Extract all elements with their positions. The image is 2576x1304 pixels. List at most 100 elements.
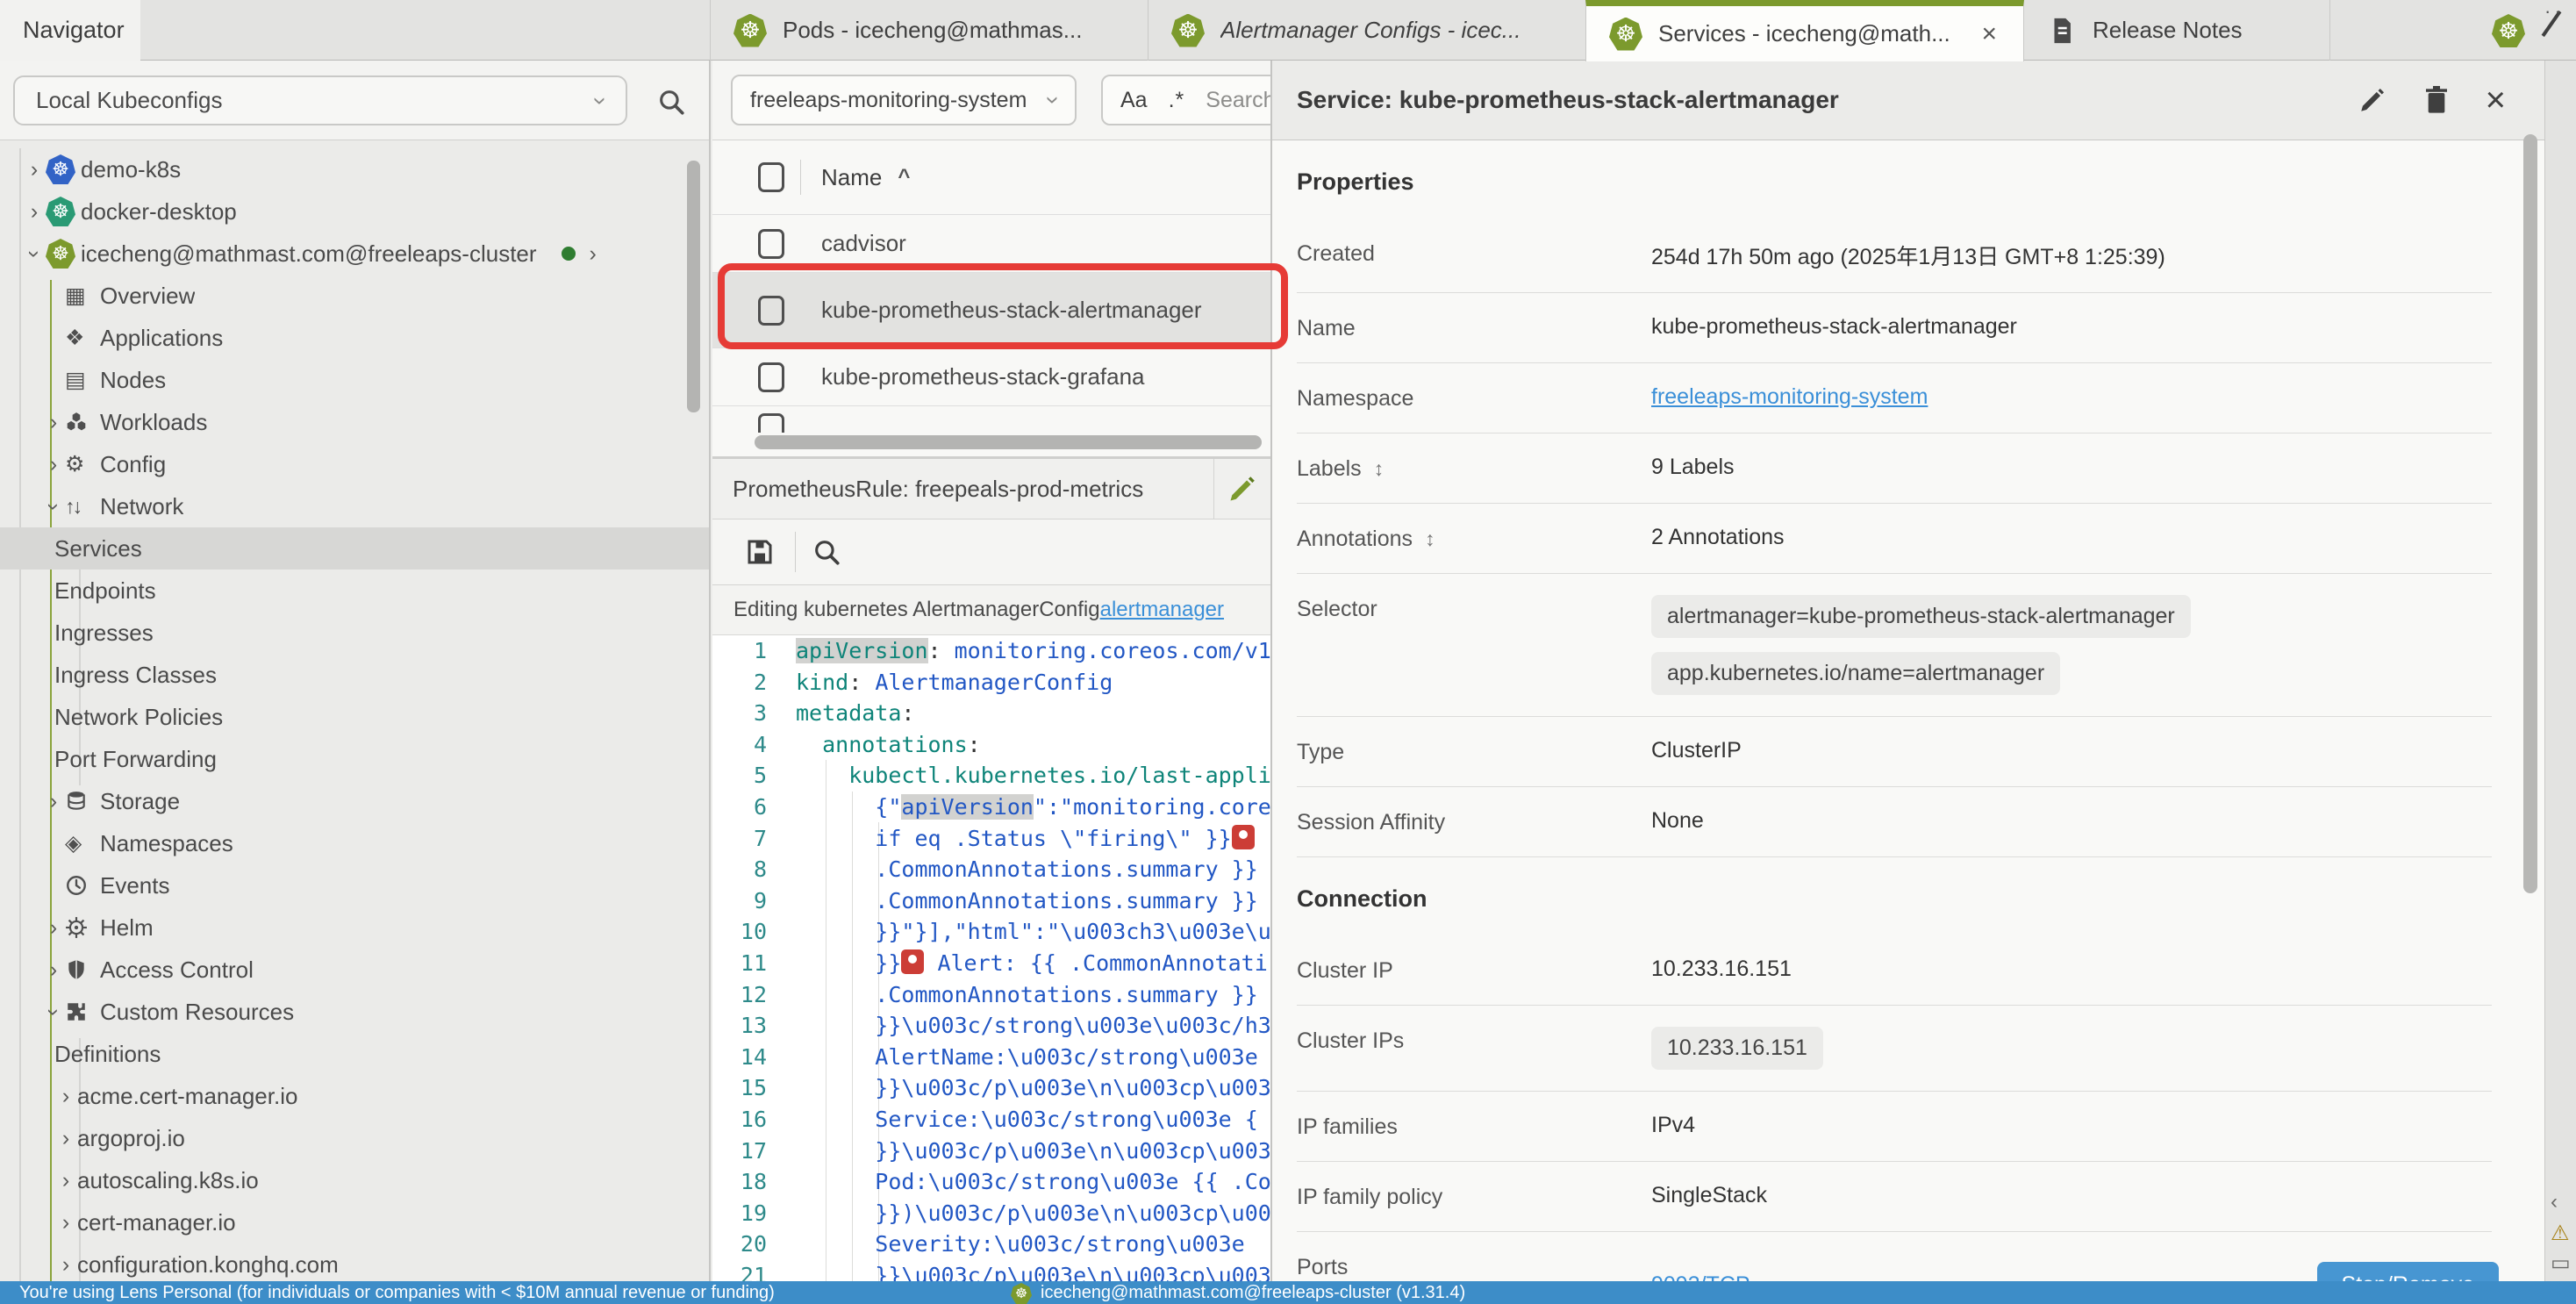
sidebar-item-definitions[interactable]: Definitions — [0, 1033, 709, 1075]
row-checkbox[interactable] — [758, 229, 784, 259]
sidebar-item-endpoints[interactable]: Endpoints — [0, 570, 709, 612]
namespace-selector[interactable]: freeleaps-monitoring-system › — [731, 75, 1077, 125]
sidebar-item-label: Ingress Classes — [54, 662, 217, 689]
property-value: kube-prometheus-stack-alertmanager — [1651, 314, 2492, 340]
table-row-kube-prometheus-stack-grafana[interactable]: kube-prometheus-stack-grafana — [712, 348, 1270, 406]
alarm-emoji — [1232, 825, 1255, 849]
chevron-right-icon[interactable]: › — [42, 452, 65, 477]
chevron-down-icon[interactable]: › — [41, 1000, 67, 1023]
tab-services-icecheng-math[interactable]: ☸Services - icecheng@math...× — [1585, 0, 2024, 61]
property-link[interactable]: freeleaps-monitoring-system — [1651, 384, 1928, 409]
property-label: IP families — [1297, 1113, 1651, 1140]
yaml-editor[interactable]: 1apiVersion: monitoring.coreos.com/v12ki… — [712, 635, 1270, 1281]
chevron-right-icon[interactable]: › — [42, 915, 65, 941]
sidebar-item-argoproj-io[interactable]: ›argoproj.io — [0, 1117, 709, 1159]
sidebar-item-docker-desktop[interactable]: ›☸docker-desktop — [0, 190, 709, 233]
editor-context-link[interactable]: alertmanager — [1100, 598, 1224, 622]
sidebar-item-storage[interactable]: ›Storage — [0, 780, 709, 822]
table-row-kube-prometheus-stack-alertmanager[interactable]: kube-prometheus-stack-alertmanager — [712, 273, 1270, 348]
sidebar-item-namespaces[interactable]: ◈Namespaces — [0, 822, 709, 864]
match-case-icon[interactable]: Aa — [1120, 88, 1148, 113]
cluster-status-text[interactable]: icecheng@mathmast.com@freeleaps-cluster … — [1041, 1283, 1465, 1303]
tab-pods-icecheng-mathmas[interactable]: ☸Pods - icecheng@mathmas... — [710, 0, 1148, 61]
property-row-cluster-ips: Cluster IPs10.233.16.151 — [1297, 1006, 2492, 1092]
editor-search-icon[interactable] — [812, 537, 841, 567]
sidebar-item-network[interactable]: ›↑↓Network — [0, 485, 709, 527]
sidebar-item-configuration-konghq-com[interactable]: ›configuration.konghq.com — [0, 1243, 709, 1281]
table-row-cadvisor[interactable]: cadvisor — [712, 215, 1270, 273]
panel-icon[interactable]: ▭ — [2551, 1250, 2571, 1276]
search-input[interactable]: Aa .* Search — [1101, 75, 1270, 125]
sidebar-item-icecheng-mathmast-com-freeleaps-cluster[interactable]: ›☸icecheng@mathmast.com@freeleaps-cluste… — [0, 233, 709, 275]
sidebar-item-ingress-classes[interactable]: Ingress Classes — [0, 654, 709, 696]
line-number: 10 — [712, 916, 796, 948]
close-icon[interactable]: × — [2486, 82, 2506, 118]
sidebar-item-applications[interactable]: ❖Applications — [0, 317, 709, 359]
sidebar-item-events[interactable]: Events — [0, 864, 709, 906]
edit-rule-icon[interactable] — [1214, 473, 1270, 505]
kubeconfig-selector[interactable]: Local Kubeconfigs › — [13, 75, 627, 125]
sidebar-item-network-policies[interactable]: Network Policies — [0, 696, 709, 738]
column-header-name[interactable]: Name — [821, 164, 882, 191]
chevron-down-icon[interactable]: › — [41, 495, 67, 518]
line-number: 7 — [712, 823, 796, 855]
chevron-right-icon[interactable]: › — [23, 199, 46, 225]
sidebar-scrollbar[interactable] — [687, 161, 700, 412]
navigator-tab[interactable]: Navigator — [0, 0, 140, 61]
sidebar-item-overview[interactable]: ▦Overview — [0, 275, 709, 317]
chevron-right-icon[interactable]: › — [54, 1126, 77, 1151]
chevron-right-icon[interactable]: › — [54, 1168, 77, 1193]
sort-toggle-icon[interactable]: ↕ — [1374, 457, 1385, 481]
regex-icon[interactable]: .* — [1169, 88, 1185, 113]
sidebar-item-demo-k8s[interactable]: ›☸demo-k8s — [0, 148, 709, 190]
document-icon — [2047, 16, 2077, 46]
edit-icon[interactable] — [2358, 85, 2387, 115]
chevron-right-icon[interactable]: › — [23, 157, 46, 183]
horizontal-scrollbar[interactable] — [755, 435, 1262, 449]
prometheus-rule-bar[interactable]: PrometheusRule: freepeals-prod-metrics — [712, 456, 1270, 519]
chevron-right-icon[interactable]: › — [42, 957, 65, 983]
details-scrollbar[interactable] — [2523, 134, 2537, 893]
collapse-icon[interactable]: ‹ — [2551, 1190, 2558, 1214]
editor-context-text: Editing kubernetes AlertmanagerConfig — [733, 598, 1100, 622]
row-checkbox[interactable] — [758, 413, 784, 433]
chevron-right-icon[interactable]: › — [42, 410, 65, 435]
port-stop-remove-button[interactable]: Stop/Remove — [2317, 1262, 2499, 1281]
property-label: Session Affinity — [1297, 808, 1651, 835]
select-all-checkbox[interactable] — [758, 162, 784, 192]
sort-toggle-icon[interactable]: ↕ — [1425, 527, 1435, 551]
chevron-right-icon[interactable]: › — [54, 1084, 77, 1109]
delete-icon[interactable] — [2422, 84, 2451, 116]
sidebar-item-ingresses[interactable]: Ingresses — [0, 612, 709, 654]
sidebar-item-services[interactable]: Services — [0, 527, 709, 570]
chevron-right-icon[interactable]: › — [590, 241, 597, 267]
kubernetes-tab-icon[interactable]: ☸ — [2492, 14, 2525, 47]
row-checkbox[interactable] — [758, 296, 784, 326]
row-checkbox[interactable] — [758, 362, 784, 392]
chevron-right-icon[interactable]: › — [54, 1252, 77, 1278]
port-link[interactable]: 9093/TCP — [1651, 1272, 1750, 1282]
chevron-right-icon[interactable]: › — [54, 1210, 77, 1236]
warning-icon[interactable]: ⚠ — [2551, 1221, 2570, 1246]
sidebar-item-config[interactable]: ›⚙Config — [0, 443, 709, 485]
sidebar-item-nodes[interactable]: ▤Nodes — [0, 359, 709, 401]
sidebar-item-port-forwarding[interactable]: Port Forwarding — [0, 738, 709, 780]
search-icon[interactable] — [656, 87, 686, 117]
sidebar-item-custom-resources[interactable]: ›Custom Resources — [0, 991, 709, 1033]
chevron-right-icon[interactable]: › — [42, 789, 65, 814]
save-icon[interactable] — [744, 536, 776, 568]
line-number: 9 — [712, 885, 796, 917]
tab-alertmanager-configs-icec[interactable]: ☸Alertmanager Configs - icec... — [1148, 0, 1586, 61]
access-shield-icon — [65, 958, 100, 981]
sidebar-item-helm[interactable]: ›Helm — [0, 906, 709, 949]
table-row-partial[interactable] — [712, 406, 1270, 433]
sidebar-item-acme-cert-manager-io[interactable]: ›acme.cert-manager.io — [0, 1075, 709, 1117]
chevron-down-icon[interactable]: › — [22, 242, 47, 265]
sidebar-item-access-control[interactable]: ›Access Control — [0, 949, 709, 991]
close-tab-icon[interactable]: × — [1978, 19, 2000, 49]
sidebar-item-autoscaling-k8s-io[interactable]: ›autoscaling.k8s.io — [0, 1159, 709, 1201]
sidebar-item-workloads[interactable]: ›Workloads — [0, 401, 709, 443]
tab-release-notes[interactable]: Release Notes — [2023, 0, 2330, 61]
section-heading-properties: Properties — [1297, 140, 2492, 219]
sidebar-item-cert-manager-io[interactable]: ›cert-manager.io — [0, 1201, 709, 1243]
